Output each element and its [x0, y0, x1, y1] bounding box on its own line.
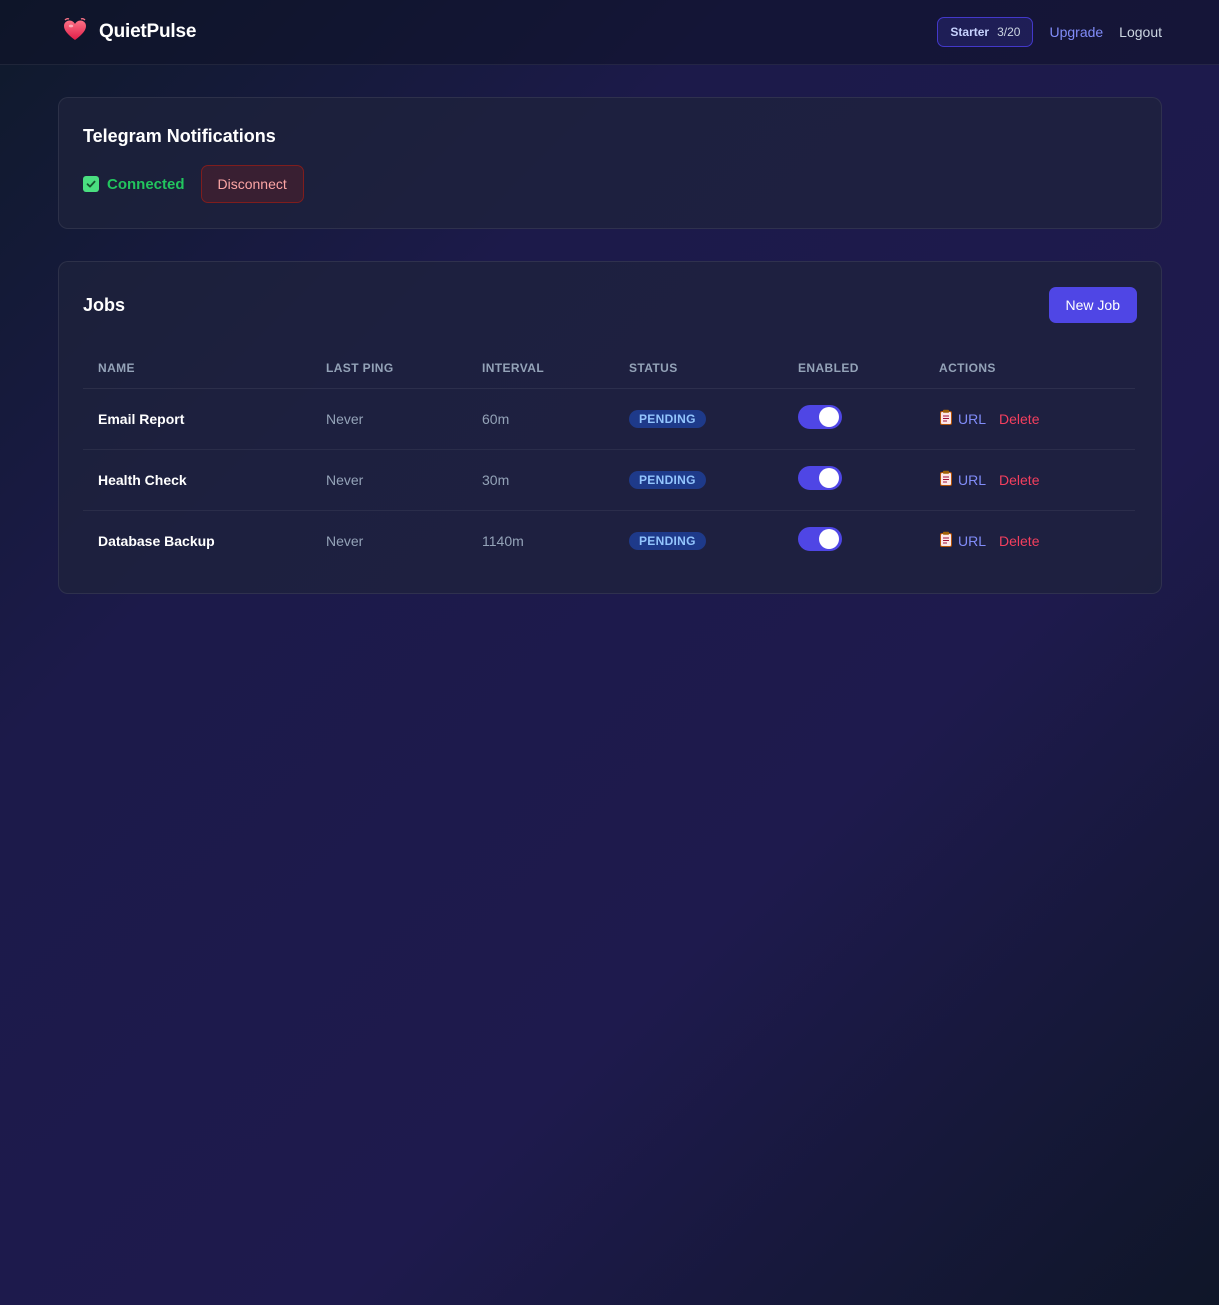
- job-name: Database Backup: [98, 532, 215, 549]
- connection-status-label: Connected: [107, 175, 185, 193]
- brand-name: QuietPulse: [99, 21, 197, 42]
- heart-pulse-icon: [62, 17, 88, 48]
- job-last-ping: Never: [311, 449, 467, 511]
- check-icon: [83, 176, 99, 192]
- jobs-header: Jobs New Job: [83, 287, 1137, 323]
- table-row: Email Report Never 60m PENDING URL Delet…: [83, 388, 1135, 450]
- job-last-ping: Never: [311, 388, 467, 450]
- column-header-interval: INTERVAL: [467, 349, 614, 389]
- jobs-title: Jobs: [83, 294, 126, 315]
- url-label: URL: [958, 410, 987, 427]
- new-job-button[interactable]: New Job: [1048, 287, 1137, 323]
- clipboard-icon: [939, 409, 953, 428]
- plan-usage: 3/20: [997, 25, 1021, 39]
- url-label: URL: [958, 471, 987, 488]
- logout-link[interactable]: Logout: [1119, 24, 1162, 40]
- job-actions-cell: URL Delete: [924, 449, 1135, 511]
- telegram-card: Telegram Notifications Connected Disconn…: [58, 97, 1162, 229]
- column-header-status: STATUS: [614, 349, 783, 389]
- upgrade-link[interactable]: Upgrade: [1049, 24, 1103, 40]
- clipboard-icon: [939, 470, 953, 489]
- column-header-name: NAME: [83, 349, 311, 389]
- enabled-toggle[interactable]: [798, 465, 842, 490]
- job-interval: 1140m: [482, 532, 524, 549]
- row-actions: URL Delete: [939, 470, 1135, 489]
- top-navbar: QuietPulse Starter 3/20 Upgrade Logout: [0, 0, 1219, 65]
- nav-actions: Starter 3/20 Upgrade Logout: [937, 17, 1162, 47]
- job-interval: 60m: [467, 388, 614, 450]
- column-header-actions: ACTIONS: [924, 349, 1135, 389]
- copy-url-button[interactable]: URL: [939, 470, 986, 489]
- telegram-title: Telegram Notifications: [83, 126, 276, 146]
- job-status-cell: PENDING: [614, 510, 783, 571]
- job-interval: 30m: [467, 449, 614, 511]
- url-label: URL: [958, 532, 987, 549]
- enabled-toggle[interactable]: [798, 526, 842, 551]
- connection-status: Connected: [83, 176, 185, 193]
- enabled-toggle[interactable]: [798, 404, 842, 429]
- telegram-status-row: Connected Disconnect: [83, 165, 1137, 203]
- table-row: Health Check Never 30m PENDING URL Delet…: [83, 449, 1135, 511]
- disconnect-button[interactable]: Disconnect: [200, 165, 304, 203]
- row-actions: URL Delete: [939, 531, 1135, 550]
- jobs-table: NAME LAST PING INTERVAL STATUS ENABLED A…: [83, 349, 1135, 571]
- row-actions: URL Delete: [939, 409, 1135, 428]
- delete-button[interactable]: Delete: [999, 472, 1039, 488]
- jobs-card: Jobs New Job NAME LAST PING INTERVAL STA…: [58, 261, 1162, 594]
- brand[interactable]: QuietPulse: [62, 17, 196, 48]
- status-badge: PENDING: [629, 470, 706, 489]
- job-status-cell: PENDING: [614, 388, 783, 450]
- job-enabled-cell: [783, 449, 924, 511]
- job-enabled-cell: [783, 510, 924, 571]
- job-enabled-cell: [783, 388, 924, 450]
- table-row: Database Backup Never 1140m PENDING URL: [83, 510, 1135, 571]
- clipboard-icon: [939, 531, 953, 550]
- toggle-knob: [819, 467, 839, 488]
- toggle-knob: [819, 406, 839, 427]
- job-status-cell: PENDING: [614, 449, 783, 511]
- copy-url-button[interactable]: URL: [939, 531, 986, 550]
- job-actions-cell: URL Delete: [924, 510, 1135, 571]
- copy-url-button[interactable]: URL: [939, 409, 986, 428]
- status-badge: PENDING: [629, 409, 706, 428]
- main-content: Telegram Notifications Connected Disconn…: [0, 65, 1219, 594]
- table-header-row: NAME LAST PING INTERVAL STATUS ENABLED A…: [83, 349, 1135, 389]
- delete-button[interactable]: Delete: [999, 411, 1039, 427]
- job-name: Health Check: [83, 449, 311, 511]
- column-header-enabled: ENABLED: [783, 349, 924, 389]
- job-actions-cell: URL Delete: [924, 388, 1135, 450]
- column-header-last-ping: LAST PING: [311, 349, 467, 389]
- delete-button[interactable]: Delete: [999, 533, 1039, 549]
- toggle-knob: [819, 528, 839, 549]
- job-name: Email Report: [83, 388, 311, 450]
- plan-name: Starter: [950, 25, 990, 39]
- status-badge: PENDING: [629, 531, 706, 550]
- job-last-ping: Never: [326, 532, 364, 549]
- plan-badge: Starter 3/20: [937, 17, 1034, 47]
